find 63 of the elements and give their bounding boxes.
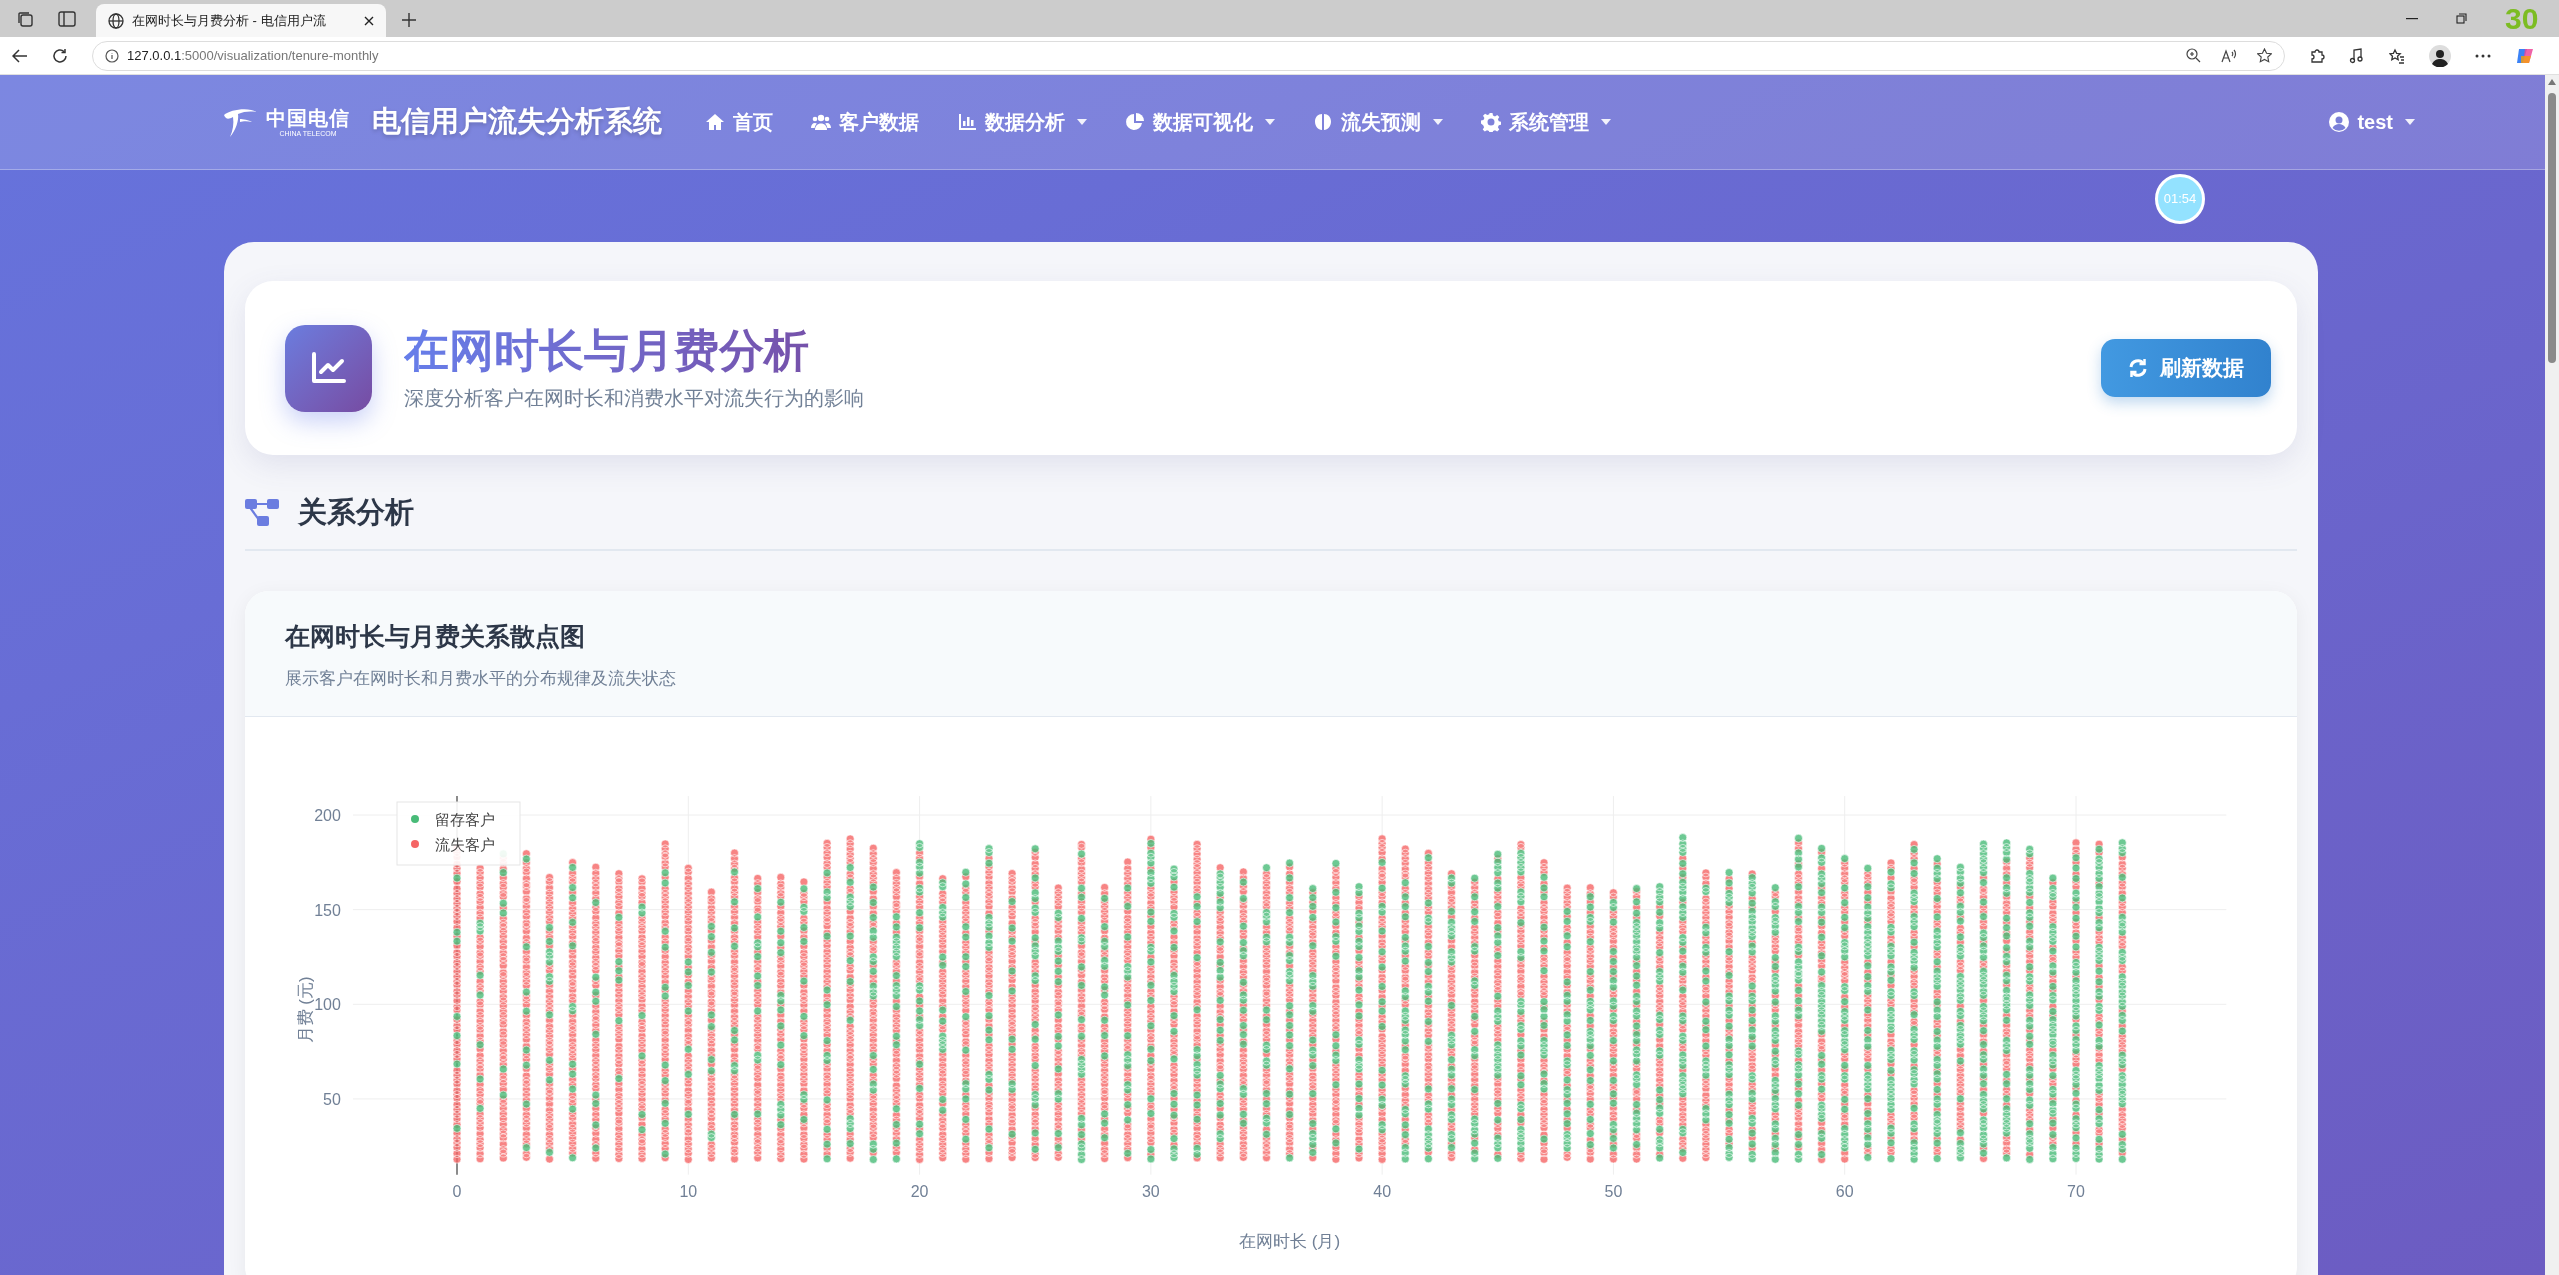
minimize-icon[interactable] [2406,17,2418,20]
x-tick-label: 30 [1141,1182,1160,1200]
refresh-button[interactable]: 刷新数据 [2101,339,2271,397]
users-icon [811,112,831,132]
extensions-icon[interactable] [2309,47,2325,64]
new-tab-icon[interactable] [402,13,416,27]
chart-subtitle: 展示客户在网时长和月费水平的分布规律及流失状态 [285,667,677,690]
nav-link[interactable]: 流失预测 [1294,107,1462,137]
y-tick-label: 200 [314,807,341,824]
user-menu[interactable]: test [2329,107,2415,137]
page-subtitle: 深度分析客户在网时长和消费水平对流失行为的影响 [404,386,864,412]
y-tick-label: 150 [314,901,341,919]
x-tick-label: 0 [452,1182,462,1200]
nav-link[interactable]: 数据分析 [938,107,1106,137]
scrollbar-thumb[interactable] [2548,93,2556,363]
nav-link[interactable]: 数据可视化 [1106,107,1294,137]
pie-chart-icon [1125,112,1145,132]
x-tick-label: 50 [1604,1182,1623,1200]
nav-link[interactable]: 系统管理 [1462,107,1630,137]
legend-label[interactable]: 留存客户 [435,811,495,828]
chart-logo-icon [285,324,372,412]
counter-overlay: 30 [2505,3,2539,34]
gear-icon [1481,112,1501,132]
refresh-icon [2128,358,2148,378]
y-axis-title: 月费 (元) [296,976,315,1044]
y-tick-label: 100 [314,996,341,1014]
x-tick-label: 20 [910,1182,929,1200]
reload-icon[interactable] [52,47,68,64]
x-axis-title: 在网时长 (月) [1239,1231,1341,1251]
tab-actions-icon[interactable] [58,10,76,27]
star-icon[interactable] [2257,48,2272,63]
chart-title: 在网时长与月费关系散点图 [285,621,586,652]
x-tick-label: 70 [2067,1182,2085,1200]
zoom-icon[interactable] [2186,48,2201,63]
browser-tab[interactable]: 在网时长与月费分析 - 电信用户流 [96,4,386,37]
x-tick-label: 60 [1835,1182,1854,1200]
back-icon[interactable] [12,48,28,63]
more-icon[interactable] [2475,53,2491,58]
scroll-up-icon[interactable] [2548,79,2556,85]
diagram-icon [245,499,279,527]
user-icon [2329,112,2350,132]
nav-link[interactable]: 客户数据 [792,107,938,137]
restore-icon[interactable] [2456,13,2467,24]
profile-avatar-icon[interactable] [2429,44,2451,67]
logo-text: 中国电信 [266,107,350,128]
timer-badge: 01:54 [2155,174,2205,224]
section-title: 关系分析 [298,495,414,531]
read-aloud-icon[interactable] [2221,48,2237,63]
x-tick-label: 10 [679,1182,698,1200]
globe-icon [108,12,124,29]
home-icon [705,112,725,132]
favorites-icon[interactable] [2389,47,2405,64]
brain-icon [1313,112,1333,132]
legend-label[interactable]: 流失客户 [435,836,495,853]
nav-link[interactable]: 首页 [686,107,792,137]
close-icon[interactable] [364,15,374,26]
workspaces-icon[interactable] [16,9,34,28]
x-tick-label: 40 [1373,1182,1392,1200]
music-icon[interactable] [2349,47,2365,64]
y-tick-label: 50 [323,1090,341,1108]
app-brand[interactable]: 电信用户流失分析系统 [372,100,662,144]
bar-chart-icon [957,112,977,132]
info-icon [105,48,119,63]
